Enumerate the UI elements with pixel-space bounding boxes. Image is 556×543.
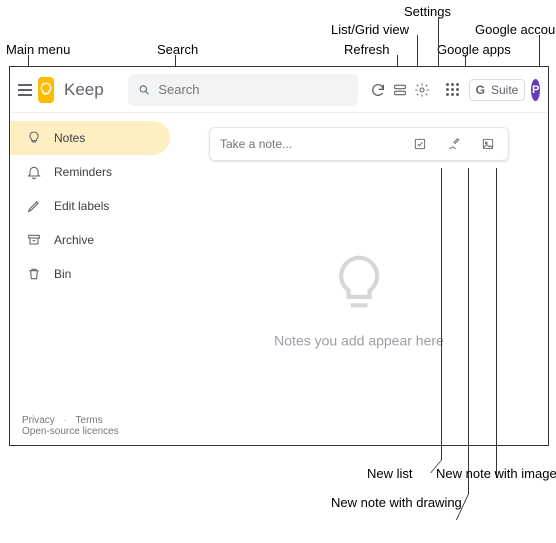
- archive-icon: [26, 232, 42, 248]
- sidebar-item-label: Reminders: [54, 165, 112, 179]
- sidebar-item-archive[interactable]: Archive: [10, 223, 170, 257]
- annot-search: Search: [157, 42, 198, 57]
- sidebar: Notes Reminders Edit labels Archive Bin: [10, 113, 170, 445]
- annot-new-list: New list: [367, 466, 413, 481]
- bulb-icon: [26, 130, 42, 146]
- empty-state: Notes you add appear here: [274, 249, 444, 348]
- gear-icon: [414, 82, 430, 98]
- image-icon: [481, 137, 495, 151]
- list-grid-view-button[interactable]: [392, 77, 408, 103]
- refresh-icon: [370, 82, 386, 98]
- empty-state-text: Notes you add appear here: [274, 332, 444, 348]
- annot-google-apps: Google apps: [437, 42, 511, 57]
- take-note-box[interactable]: [209, 127, 509, 161]
- checkbox-icon: [413, 137, 427, 151]
- sidebar-item-bin[interactable]: Bin: [10, 257, 170, 291]
- footer: Privacy · Terms Open-source licences: [22, 415, 119, 437]
- sidebar-item-edit-labels[interactable]: Edit labels: [10, 189, 170, 223]
- brand-name: Keep: [64, 80, 104, 100]
- new-image-button[interactable]: [478, 134, 498, 154]
- annot-new-note-drawing: New note with drawing: [331, 495, 462, 510]
- take-note-input[interactable]: [220, 137, 402, 151]
- sidebar-item-label: Notes: [54, 131, 85, 145]
- sidebar-item-label: Edit labels: [54, 199, 109, 213]
- annot-new-note-image: New note with image: [436, 466, 556, 481]
- pencil-icon: [26, 198, 42, 214]
- sidebar-item-label: Bin: [54, 267, 71, 281]
- list-grid-icon: [392, 82, 408, 98]
- sidebar-item-notes[interactable]: Notes: [10, 121, 170, 155]
- annot-settings: Settings: [404, 4, 451, 19]
- annot-list-grid: List/Grid view: [331, 22, 409, 37]
- apps-grid-icon: [446, 83, 459, 96]
- bulb-large-icon: [324, 249, 394, 319]
- search-box[interactable]: [128, 74, 358, 106]
- footer-licences-link[interactable]: Open-source licences: [22, 426, 119, 437]
- google-apps-button[interactable]: [446, 77, 459, 103]
- gsuite-badge[interactable]: GSuite: [469, 79, 526, 101]
- annot-google-account: Google account: [475, 22, 556, 37]
- search-input[interactable]: [158, 82, 347, 97]
- new-drawing-button[interactable]: [444, 134, 464, 154]
- trash-icon: [26, 266, 42, 282]
- new-list-button[interactable]: [410, 134, 430, 154]
- settings-button[interactable]: [414, 77, 430, 103]
- header: Keep GSuite P: [10, 67, 548, 113]
- sidebar-item-label: Archive: [54, 233, 94, 247]
- footer-terms-link[interactable]: Terms: [76, 415, 103, 426]
- bell-icon: [26, 164, 42, 180]
- annot-main-menu: Main menu: [6, 42, 70, 57]
- sidebar-item-reminders[interactable]: Reminders: [10, 155, 170, 189]
- main-area: Notes you add appear here: [170, 113, 548, 445]
- keep-logo-icon: [38, 77, 54, 103]
- refresh-button[interactable]: [370, 77, 386, 103]
- main-menu-button[interactable]: [18, 78, 32, 102]
- search-icon: [138, 83, 151, 97]
- account-avatar[interactable]: P: [531, 79, 540, 101]
- brush-icon: [447, 137, 461, 151]
- footer-privacy-link[interactable]: Privacy: [22, 415, 55, 426]
- annot-refresh: Refresh: [344, 42, 390, 57]
